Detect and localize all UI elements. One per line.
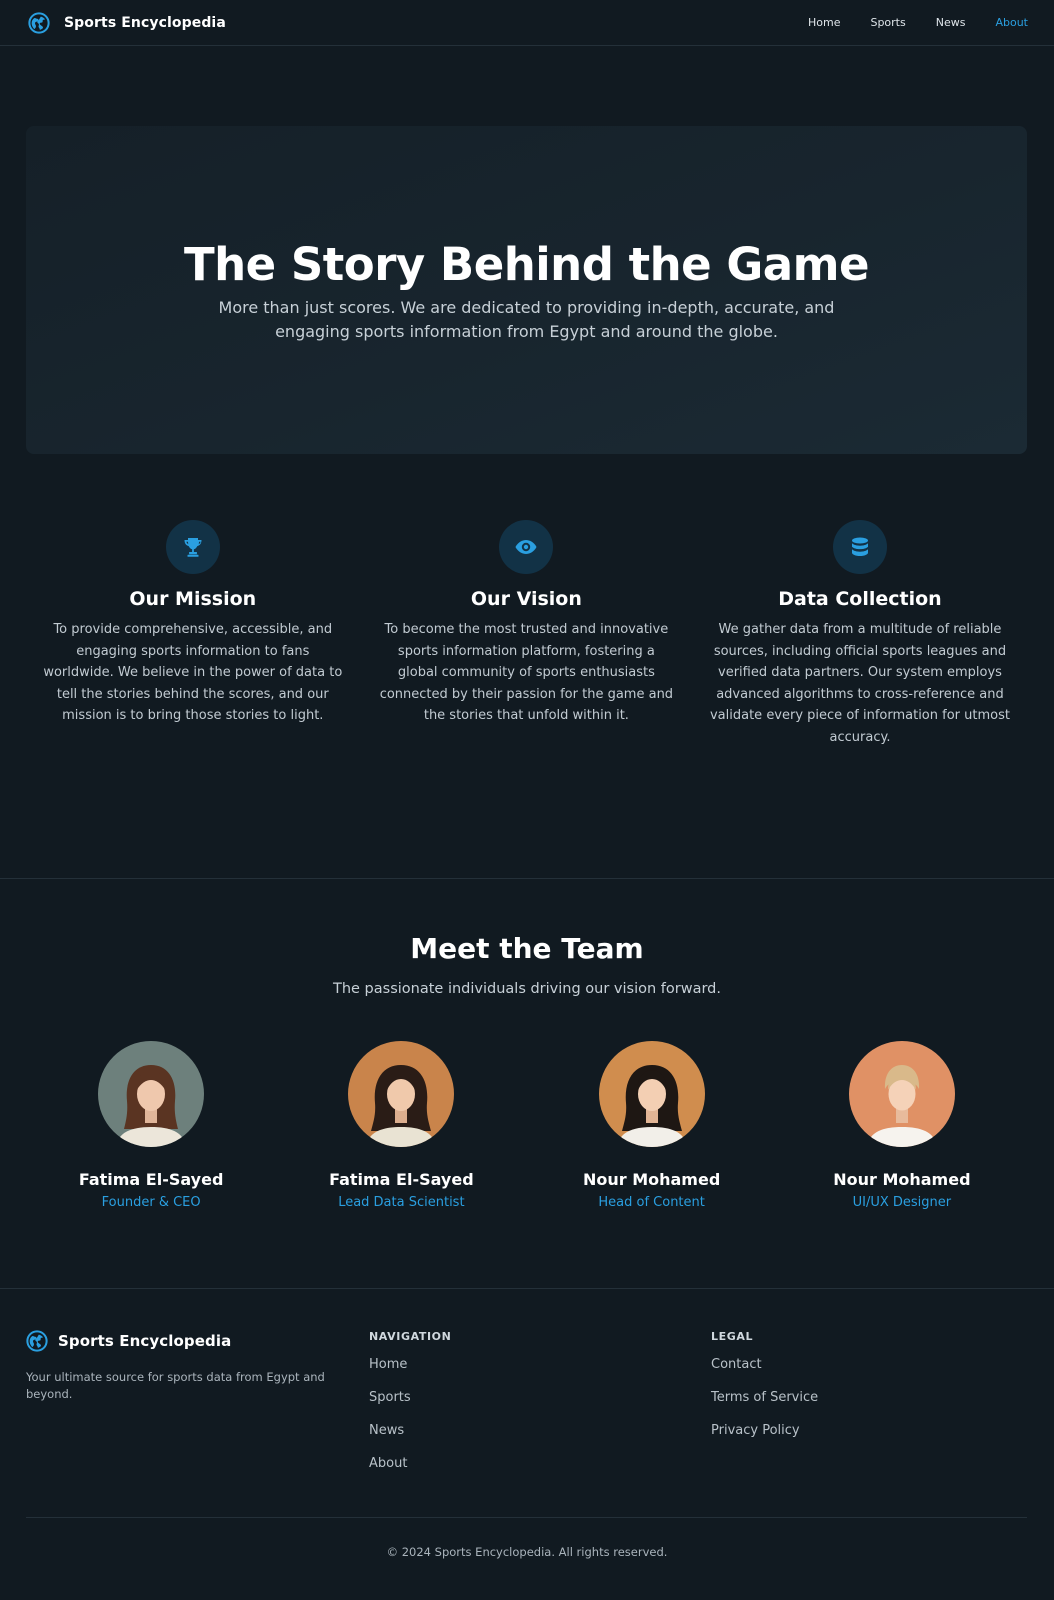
footer-link-privacy[interactable]: Privacy Policy [711,1421,818,1454]
team-member-card: Fatima El-Sayed Founder & CEO [26,1041,276,1210]
hero-banner: The Story Behind the Game More than just… [26,126,1027,454]
team-section-title: Meet the Team [410,932,644,965]
feature-title: Data Collection [778,588,942,610]
feature-icon-circle [165,520,220,574]
feature-text: To become the most trusted and innovativ… [379,622,674,723]
trophy-icon [184,538,202,557]
nav-link-home[interactable]: Home [808,16,840,29]
copyright-text: © 2024 Sports Encyclopedia. All rights r… [386,1545,668,1559]
feature-text: To provide comprehensive, accessible, an… [43,622,343,723]
footer-divider [26,1517,1027,1518]
footer-link-terms[interactable]: Terms of Service [711,1388,818,1421]
team-grid: Fatima El-Sayed Founder & CEO Fatima El-… [26,1041,1027,1210]
feature-text: We gather data from a multitude of relia… [709,622,1010,745]
avatar [598,1041,705,1147]
member-role: Lead Data Scientist [338,1195,465,1210]
footer-tagline: Your ultimate source for sports data fro… [26,1370,325,1401]
globe-icon [28,11,50,34]
eye-icon [515,540,537,554]
brand-logo-link[interactable]: Sports Encyclopedia [28,11,226,34]
section-divider [0,1288,1054,1289]
member-name: Fatima El-Sayed [329,1170,474,1189]
member-name: Nour Mohamed [582,1170,721,1189]
footer-legal-column: LEGAL Contact Terms of Service Privacy P… [711,1330,818,1454]
footer-navigation-column: NAVIGATION Home Sports News About [369,1330,451,1487]
team-member-card: Nour Mohamed Head of Content [527,1041,777,1210]
hero-title: The Story Behind the Game [183,238,870,291]
feature-data-collection: Data Collection We gather data from a mu… [693,520,1027,748]
footer-brand-link[interactable]: Sports Encyclopedia [26,1330,231,1352]
nav-link-about[interactable]: About [995,16,1028,29]
avatar [848,1041,955,1147]
database-icon [851,537,868,556]
footer-link-contact[interactable]: Contact [711,1355,818,1388]
footer-legal-heading: LEGAL [711,1330,754,1343]
about-features: Our Mission To provide comprehensive, ac… [26,520,1027,748]
main-nav: Home Sports News About [778,16,1028,29]
footer-link-home[interactable]: Home [369,1355,451,1388]
footer-navigation-list: Home Sports News About [369,1355,451,1487]
member-role: Head of Content [598,1195,705,1210]
team-member-card: Fatima El-Sayed Lead Data Scientist [276,1041,526,1210]
brand-name: Sports Encyclopedia [64,14,226,31]
hero-subtitle: More than just scores. We are dedicated … [218,298,835,341]
feature-icon-circle [832,520,887,574]
feature-title: Our Vision [470,588,582,610]
member-role: Founder & CEO [101,1195,201,1210]
member-name: Nour Mohamed [833,1170,971,1189]
nav-link-sports[interactable]: Sports [870,16,905,29]
footer-navigation-heading: NAVIGATION [369,1330,452,1343]
feature-mission: Our Mission To provide comprehensive, ac… [26,520,360,748]
team-section-subtitle: The passionate individuals driving our v… [332,981,721,997]
feature-vision: Our Vision To become the most trusted an… [360,520,694,748]
section-divider [0,878,1054,879]
member-role: UI/UX Designer [852,1195,952,1210]
avatar [348,1041,455,1147]
footer-link-news[interactable]: News [369,1421,451,1454]
footer-link-sports[interactable]: Sports [369,1388,451,1421]
top-navbar: Sports Encyclopedia Home Sports News Abo… [0,0,1054,46]
feature-icon-circle [499,520,554,574]
footer-legal-list: Contact Terms of Service Privacy Policy [711,1355,818,1454]
member-name: Fatima El-Sayed [78,1170,224,1189]
footer-brand-name: Sports Encyclopedia [58,1332,232,1350]
team-member-card: Nour Mohamed UI/UX Designer [777,1041,1027,1210]
feature-title: Our Mission [129,588,257,610]
footer-link-about[interactable]: About [369,1454,451,1487]
avatar [98,1041,205,1147]
globe-icon [26,1330,48,1352]
nav-link-news[interactable]: News [936,16,966,29]
